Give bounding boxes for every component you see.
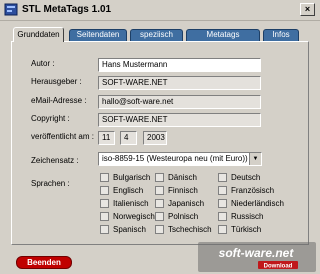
copyright-field[interactable]: SOFT-WARE.NET — [98, 113, 261, 127]
charset-label: Zeichensatz : — [31, 156, 79, 165]
author-label: Autor : — [31, 59, 55, 68]
lang-checkbox-deutsch[interactable]: Deutsch — [218, 173, 260, 182]
checkbox-icon — [155, 199, 164, 208]
checkbox-icon — [155, 173, 164, 182]
checkbox-icon — [100, 212, 109, 221]
lang-label: Tschechisch — [168, 225, 212, 234]
publisher-field[interactable]: SOFT-WARE.NET — [98, 76, 261, 90]
lang-label: Niederländisch — [231, 199, 284, 208]
checkbox-icon — [155, 225, 164, 234]
email-label: eMail-Adresse : — [31, 96, 87, 105]
window-title: STL MetaTags 1.01 — [22, 4, 112, 15]
publisher-label: Herausgeber : — [31, 77, 82, 86]
published-day-field[interactable]: 11 — [98, 131, 115, 145]
watermark-logo: soft-ware.net Download — [198, 242, 316, 272]
tab-grunddaten[interactable]: Grunddaten — [13, 27, 64, 42]
lang-checkbox-polnisch[interactable]: Polnisch — [155, 212, 198, 221]
lang-label: Japanisch — [168, 199, 205, 208]
tab-infos[interactable]: Infos — [263, 29, 299, 41]
published-label: veröffentlicht am : — [31, 132, 94, 141]
lang-checkbox-russisch[interactable]: Russisch — [218, 212, 263, 221]
lang-label: Polnisch — [168, 212, 199, 221]
lang-checkbox-norwegisch[interactable]: Norwegisch — [100, 212, 155, 221]
lang-label: Russisch — [231, 212, 264, 221]
checkbox-icon — [218, 199, 227, 208]
lang-label: Norwegisch — [113, 212, 155, 221]
checkbox-icon — [100, 199, 109, 208]
lang-label: Italienisch — [113, 199, 149, 208]
lang-label: Bulgarisch — [113, 173, 151, 182]
lang-label: Finnisch — [168, 186, 198, 195]
checkbox-icon — [218, 225, 227, 234]
lang-checkbox-franzoesisch[interactable]: Französisch — [218, 186, 274, 195]
app-icon — [4, 3, 18, 16]
lang-label: Dänisch — [168, 173, 197, 182]
lang-checkbox-italienisch[interactable]: Italienisch — [100, 199, 149, 208]
tab-seitendaten[interactable]: Seitendaten — [69, 29, 127, 41]
lang-checkbox-finnisch[interactable]: Finnisch — [155, 186, 198, 195]
exit-button[interactable]: Beenden — [16, 256, 72, 269]
lang-label: Englisch — [113, 186, 144, 195]
checkbox-icon — [218, 186, 227, 195]
lang-checkbox-englisch[interactable]: Englisch — [100, 186, 143, 195]
published-year-field[interactable]: 2003 — [143, 131, 167, 145]
checkbox-icon — [100, 173, 109, 182]
lang-checkbox-bulgarisch[interactable]: Bulgarisch — [100, 173, 150, 182]
lang-label: Spanisch — [113, 225, 146, 234]
lang-checkbox-japanisch[interactable]: Japanisch — [155, 199, 204, 208]
author-field[interactable]: Hans Mustermann — [98, 58, 261, 72]
charset-select[interactable]: iso-8859-15 (Westeuropa neu (mit Euro)) … — [98, 152, 262, 166]
lang-checkbox-spanisch[interactable]: Spanisch — [100, 225, 146, 234]
tab-speziisch[interactable]: speziisch — [130, 29, 183, 41]
tab-metatags-generieren[interactable]: Metatags generieren — [186, 29, 260, 49]
checkbox-icon — [218, 173, 227, 182]
checkbox-icon — [155, 212, 164, 221]
chevron-down-icon[interactable]: ▼ — [249, 153, 261, 165]
watermark-brand: soft-ware.net — [219, 246, 295, 260]
main-panel: Autor : Hans Mustermann Herausgeber : SO… — [11, 41, 309, 245]
checkbox-icon — [100, 186, 109, 195]
lang-label: Französisch — [231, 186, 275, 195]
checkbox-icon — [218, 212, 227, 221]
lang-checkbox-tuerkisch[interactable]: Türkisch — [218, 225, 261, 234]
lang-label: Türkisch — [231, 225, 262, 234]
charset-value: iso-8859-15 (Westeuropa neu (mit Euro)) — [102, 154, 248, 163]
lang-label: Deutsch — [231, 173, 261, 182]
lang-checkbox-niederlaendisch[interactable]: Niederländisch — [218, 199, 284, 208]
checkbox-icon — [100, 225, 109, 234]
copyright-label: Copyright : — [31, 114, 70, 123]
email-field[interactable]: hallo@soft-ware.net — [98, 95, 261, 109]
checkbox-icon — [155, 186, 164, 195]
published-month-field[interactable]: 4 — [120, 131, 137, 145]
title-bar: STL MetaTags 1.01 × — [0, 0, 320, 21]
close-icon: × — [304, 4, 311, 14]
close-button[interactable]: × — [300, 3, 315, 16]
lang-checkbox-daenisch[interactable]: Dänisch — [155, 173, 197, 182]
languages-label: Sprachen : — [31, 179, 70, 188]
watermark-sub: Download — [264, 264, 293, 270]
lang-checkbox-tschechisch[interactable]: Tschechisch — [155, 225, 212, 234]
